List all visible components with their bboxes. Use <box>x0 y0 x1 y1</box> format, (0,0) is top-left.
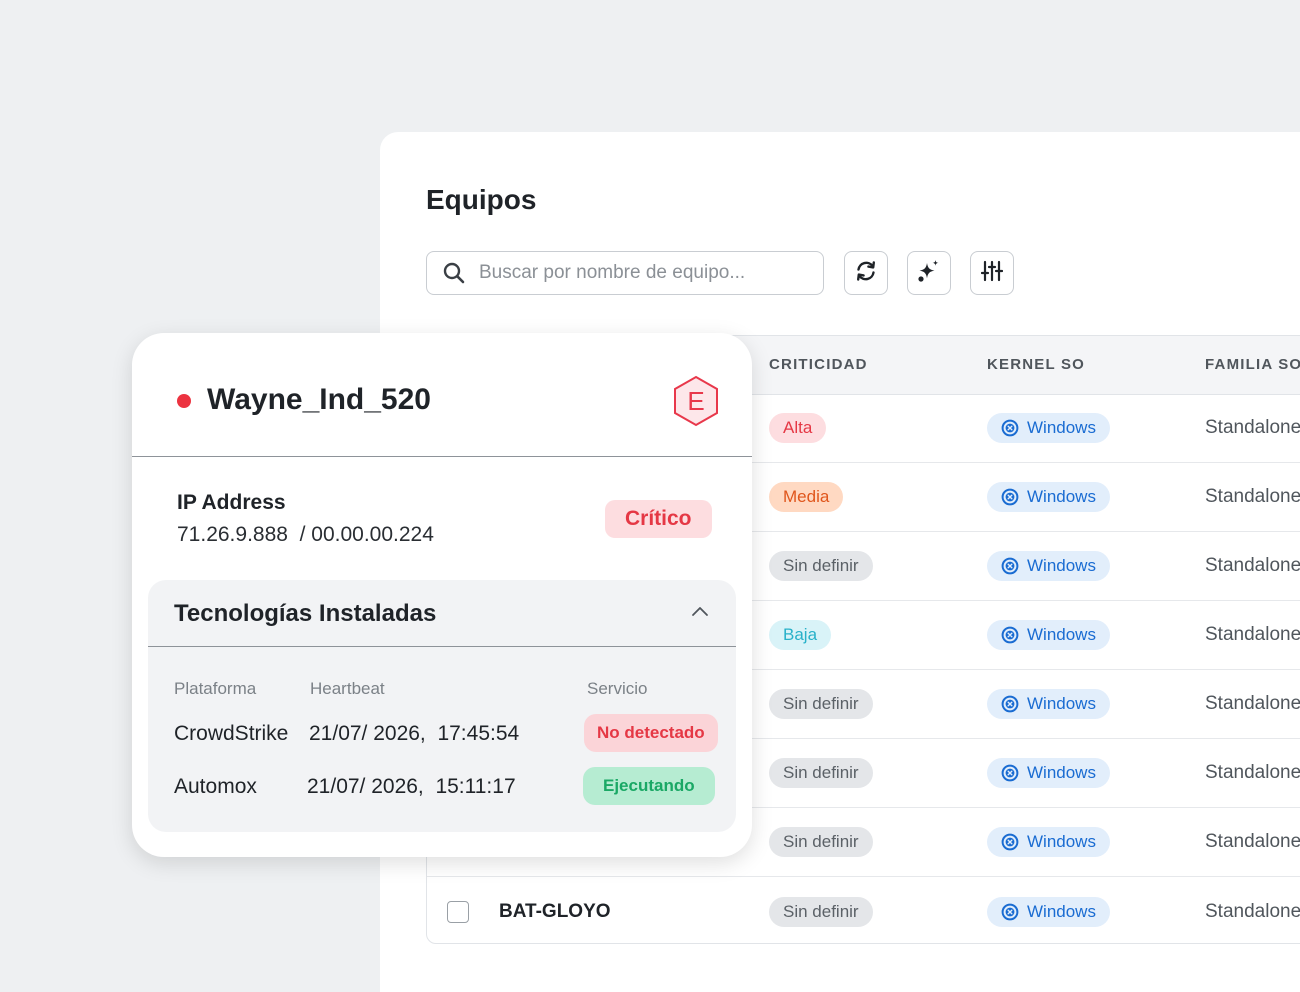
kernel-label: Windows <box>1027 487 1096 506</box>
criticidad-badge: Sin definir <box>769 551 873 581</box>
search-input[interactable] <box>477 261 811 285</box>
kernel-badge: Windows <box>987 758 1110 788</box>
header-kernel-so[interactable]: KERNEL SO <box>987 356 1085 373</box>
search-box[interactable] <box>426 251 824 295</box>
kernel-label: Windows <box>1027 832 1096 851</box>
kernel-badge: Windows <box>987 482 1110 512</box>
familia-so: Standalone <box>1205 417 1300 438</box>
criticidad-badge: Alta <box>769 413 827 443</box>
col-servicio: Servicio <box>587 679 648 698</box>
header-criticidad[interactable]: CRITICIDAD <box>769 356 868 373</box>
familia-so: Standalone <box>1205 831 1300 852</box>
status-dot <box>177 394 191 408</box>
device-detail-card: Wayne_Ind_520 E IP Address 71.26.9.888 /… <box>132 333 752 857</box>
tech-heartbeat: 21/07/ 2026, 15:11:17 <box>307 775 516 798</box>
sparkle-button[interactable] <box>907 251 951 295</box>
technologies-header[interactable]: Tecnologías Instaladas <box>148 580 736 647</box>
criticidad-badge: Sin definir <box>769 689 873 719</box>
card-header: Wayne_Ind_520 E <box>132 333 752 457</box>
familia-so: Standalone <box>1205 900 1300 922</box>
tech-heartbeat: 21/07/ 2026, 17:45:54 <box>309 722 520 745</box>
sparkle-icon <box>916 258 942 289</box>
kernel-badge: Windows <box>987 689 1110 719</box>
ip-value: 71.26.9.888 / 00.00.00.224 <box>177 523 434 546</box>
chevron-up-icon[interactable] <box>690 604 710 618</box>
row-checkbox[interactable] <box>447 900 469 923</box>
windows-os-icon <box>1001 626 1019 644</box>
criticidad-badge: Baja <box>769 620 832 650</box>
technologies-title: Tecnologías Instaladas <box>174 600 437 627</box>
hexagon-badge-icon: E <box>672 375 720 427</box>
kernel-badge: Windows <box>987 551 1110 581</box>
kernel-label: Windows <box>1027 625 1096 644</box>
kernel-badge: Windows <box>987 896 1110 927</box>
kernel-badge: Windows <box>987 413 1110 443</box>
tech-row: CrowdStrike 21/07/ 2026, 17:45:54 No det… <box>148 714 736 754</box>
badge-letter: E <box>687 385 705 416</box>
equipo-name[interactable]: BAT-GLOYO <box>499 901 611 923</box>
criticidad-badge: Media <box>769 482 844 512</box>
service-status-badge: No detectado <box>584 714 718 752</box>
windows-os-icon <box>1001 488 1019 506</box>
windows-os-icon <box>1001 695 1019 713</box>
header-familia-so[interactable]: FAMILIA SO <box>1205 356 1300 373</box>
kernel-label: Windows <box>1027 763 1096 782</box>
tech-row: Automox 21/07/ 2026, 15:11:17 Ejecutando <box>148 767 736 807</box>
service-status-badge: Ejecutando <box>583 767 715 805</box>
page-title: Equipos <box>426 184 537 215</box>
criticidad-badge: Sin definir <box>769 758 873 788</box>
kernel-label: Windows <box>1027 556 1096 575</box>
kernel-badge: Windows <box>987 620 1110 650</box>
table-row[interactable]: BAT-GLOYO Sin definir Windows Standalone <box>427 877 1300 943</box>
sliders-icon <box>980 259 1004 288</box>
col-plataforma: Plataforma <box>174 679 257 698</box>
kernel-label: Windows <box>1027 418 1096 437</box>
familia-so: Standalone <box>1205 555 1300 576</box>
criticidad-badge: Sin definir <box>769 896 873 927</box>
familia-so: Standalone <box>1205 624 1300 645</box>
windows-os-icon <box>1001 833 1019 851</box>
criticality-badge: Crítico <box>605 500 712 538</box>
familia-so: Standalone <box>1205 762 1300 783</box>
windows-os-icon <box>1001 557 1019 575</box>
kernel-badge: Windows <box>987 827 1110 857</box>
windows-os-icon <box>1001 903 1019 920</box>
device-name: Wayne_Ind_520 <box>207 383 431 416</box>
kernel-label: Windows <box>1027 901 1096 921</box>
familia-so: Standalone <box>1205 486 1300 507</box>
technologies-section: Tecnologías Instaladas Plataforma Heartb… <box>148 580 736 832</box>
familia-so: Standalone <box>1205 693 1300 714</box>
windows-os-icon <box>1001 419 1019 437</box>
tech-platform: Automox <box>174 775 257 798</box>
ip-label: IP Address <box>177 491 286 514</box>
col-heartbeat: Heartbeat <box>310 679 385 698</box>
refresh-icon <box>854 259 878 288</box>
tech-platform: CrowdStrike <box>174 722 289 745</box>
kernel-label: Windows <box>1027 694 1096 713</box>
filter-button[interactable] <box>970 251 1014 295</box>
search-icon <box>443 262 465 284</box>
windows-os-icon <box>1001 764 1019 782</box>
criticidad-badge: Sin definir <box>769 827 873 857</box>
refresh-button[interactable] <box>844 251 888 295</box>
